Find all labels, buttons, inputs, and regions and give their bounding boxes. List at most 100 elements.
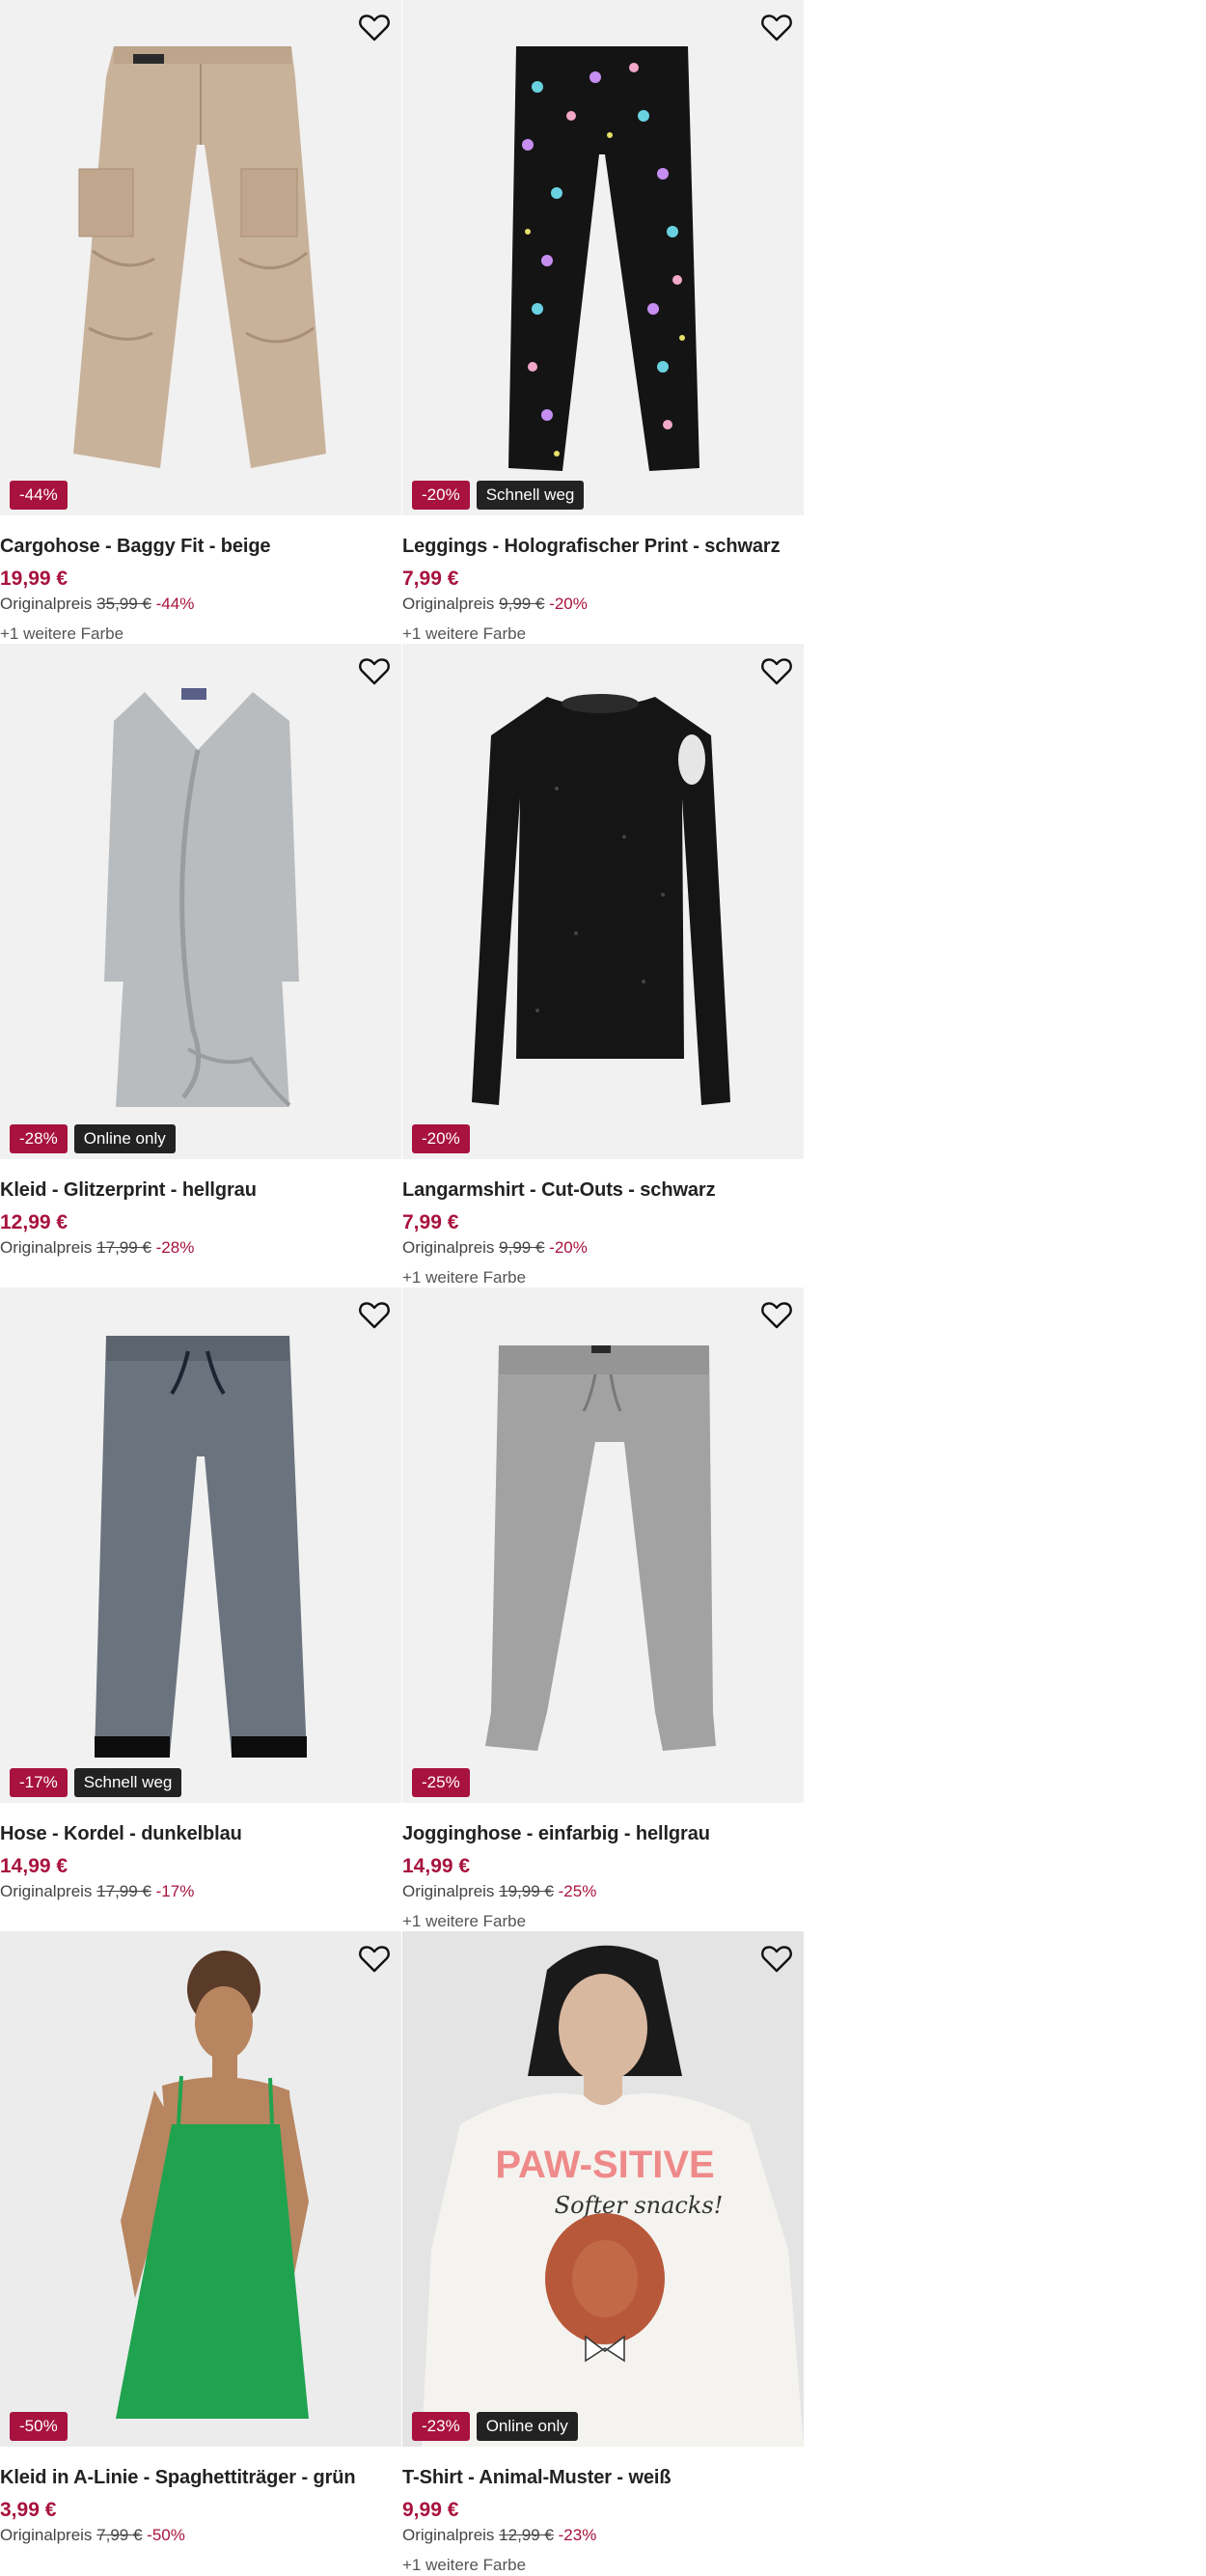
original-price-line: Originalpreis 19,99 € -25% — [402, 1881, 804, 1902]
original-price-line: Originalpreis 9,99 € -20% — [402, 1237, 804, 1259]
discount-percent: -44% — [155, 595, 195, 613]
sale-price: 9,99 € — [402, 2499, 459, 2521]
discount-badge: -23% — [412, 2412, 470, 2441]
product-image[interactable]: -17% Schnell weg — [0, 1288, 401, 1803]
badge-row: -44% — [10, 481, 68, 510]
original-price: 17,99 € — [96, 1238, 151, 1257]
sale-price: 7,99 € — [402, 568, 459, 590]
heart-outline-icon — [761, 1302, 792, 1329]
original-price-label: Originalpreis — [0, 1882, 93, 1900]
product-title[interactable]: Kleid in A-Linie - Spaghettiträger - grü… — [0, 2463, 401, 2492]
original-price-line: Originalpreis 7,99 € -50% — [0, 2525, 401, 2546]
sale-price: 19,99 € — [0, 568, 69, 590]
product-card[interactable]: -50% Kleid in A-Linie - Spaghettiträger … — [0, 1931, 401, 2575]
lined-pants-image — [0, 1288, 401, 1803]
badge-row: -28% Online only — [10, 1124, 176, 1153]
discount-badge: -20% — [412, 1124, 470, 1153]
badge-row: -17% Schnell weg — [10, 1768, 182, 1797]
original-price: 35,99 € — [96, 595, 151, 613]
original-price: 9,99 € — [499, 595, 545, 613]
discount-percent: -28% — [155, 1238, 195, 1257]
original-price-label: Originalpreis — [0, 595, 93, 613]
discount-badge: -50% — [10, 2412, 68, 2441]
product-image[interactable]: -20% — [402, 644, 804, 1159]
favorite-button[interactable] — [357, 10, 392, 44]
original-price: 7,99 € — [96, 2526, 143, 2544]
more-colors-link[interactable]: +1 weitere Farbe — [402, 623, 804, 645]
product-card[interactable]: -20% Langarmshirt - Cut-Outs - schwarz 7… — [402, 644, 804, 1288]
product-card[interactable]: -25% Jogginghose - einfarbig - hellgrau … — [402, 1288, 804, 1931]
favorite-button[interactable] — [759, 10, 794, 44]
product-card[interactable]: -20% Schnell weg Leggings - Holografische… — [402, 0, 804, 644]
badge-row: -20% Schnell weg — [412, 481, 585, 510]
heart-outline-icon — [359, 1302, 390, 1329]
original-price-line: Originalpreis 12,99 € -23% — [402, 2525, 804, 2546]
label-badge: Online only — [476, 2412, 578, 2441]
product-image[interactable]: -44% — [0, 0, 401, 515]
heart-outline-icon — [359, 658, 390, 685]
label-badge: Online only — [73, 1124, 176, 1153]
discount-percent: -23% — [558, 2526, 597, 2544]
product-card[interactable]: -44% Cargohose - Baggy Fit - beige 19,99… — [0, 0, 401, 644]
product-image[interactable]: -20% Schnell weg — [402, 0, 804, 515]
original-price: 9,99 € — [499, 1238, 545, 1257]
joggers-image — [402, 1288, 804, 1803]
sale-price: 14,99 € — [0, 1855, 69, 1877]
favorite-button[interactable] — [759, 1297, 794, 1332]
product-image[interactable]: -50% — [0, 1931, 401, 2447]
discount-percent: -20% — [549, 1238, 588, 1257]
product-title[interactable]: Kleid - Glitzerprint - hellgrau — [0, 1176, 401, 1205]
original-price-label: Originalpreis — [0, 1238, 93, 1257]
favorite-button[interactable] — [759, 1941, 794, 1976]
product-image[interactable]: -28% Online only — [0, 644, 401, 1159]
product-image[interactable]: -25% — [402, 1288, 804, 1803]
original-price: 17,99 € — [96, 1882, 151, 1900]
discount-badge: -44% — [10, 481, 68, 510]
favorite-button[interactable] — [357, 1297, 392, 1332]
more-colors-link[interactable]: +1 weitere Farbe — [0, 623, 401, 645]
original-price-line: Originalpreis 17,99 € -28% — [0, 1237, 401, 1259]
badge-row: -23% Online only — [412, 2412, 578, 2441]
product-title[interactable]: T-Shirt - Animal-Muster - weiß — [402, 2463, 804, 2492]
product-title[interactable]: Jogginghose - einfarbig - hellgrau — [402, 1819, 804, 1848]
product-card[interactable]: -28% Online only Kleid - Glitzerprint - h… — [0, 644, 401, 1288]
more-colors-link[interactable]: +1 weitere Farbe — [402, 1267, 804, 1288]
original-price-label: Originalpreis — [402, 1238, 495, 1257]
more-colors-link[interactable]: +1 weitere Farbe — [402, 1911, 804, 1932]
product-title[interactable]: Leggings - Holografischer Print - schwar… — [402, 532, 804, 561]
heart-outline-icon — [761, 1946, 792, 1973]
wrap-dress-image — [0, 644, 401, 1159]
product-image[interactable]: PAW-SITIVE Softer snacks! -23% Online onl… — [402, 1931, 804, 2447]
heart-outline-icon — [761, 14, 792, 42]
leggings-image — [402, 0, 804, 515]
product-title[interactable]: Hose - Kordel - dunkelblau — [0, 1819, 401, 1848]
favorite-button[interactable] — [357, 1941, 392, 1976]
sale-price: 12,99 € — [0, 1211, 69, 1233]
original-price-line: Originalpreis 9,99 € -20% — [402, 594, 804, 615]
favorite-button[interactable] — [357, 653, 392, 688]
tshirt-print-line2: Softer snacks! — [555, 2192, 724, 2219]
original-price-label: Originalpreis — [402, 2526, 495, 2544]
discount-badge: -25% — [412, 1768, 470, 1797]
original-price-line: Originalpreis 17,99 € -17% — [0, 1881, 401, 1902]
green-dress-model-image — [0, 1931, 401, 2447]
more-colors-link[interactable]: +1 weitere Farbe — [402, 2555, 804, 2576]
sale-price: 14,99 € — [402, 1855, 471, 1877]
product-card[interactable]: -17% Schnell weg Hose - Kordel - dunkelbl… — [0, 1288, 401, 1931]
heart-outline-icon — [761, 658, 792, 685]
product-title[interactable]: Langarmshirt - Cut-Outs - schwarz — [402, 1176, 804, 1205]
original-price-label: Originalpreis — [0, 2526, 93, 2544]
discount-badge: -20% — [412, 481, 470, 510]
label-badge: Schnell weg — [73, 1768, 182, 1797]
product-card[interactable]: PAW-SITIVE Softer snacks! -23% Online onl… — [402, 1931, 804, 2575]
sale-price: 3,99 € — [0, 2499, 57, 2521]
product-title[interactable]: Cargohose - Baggy Fit - beige — [0, 532, 401, 561]
longsleeve-image — [402, 644, 804, 1159]
discount-badge: -28% — [10, 1124, 68, 1153]
original-price-line: Originalpreis 35,99 € -44% — [0, 594, 401, 615]
original-price: 19,99 € — [499, 1882, 554, 1900]
favorite-button[interactable] — [759, 653, 794, 688]
tshirt-model-image: PAW-SITIVE Softer snacks! — [402, 1931, 804, 2447]
original-price: 12,99 € — [499, 2526, 554, 2544]
discount-percent: -50% — [147, 2526, 185, 2544]
